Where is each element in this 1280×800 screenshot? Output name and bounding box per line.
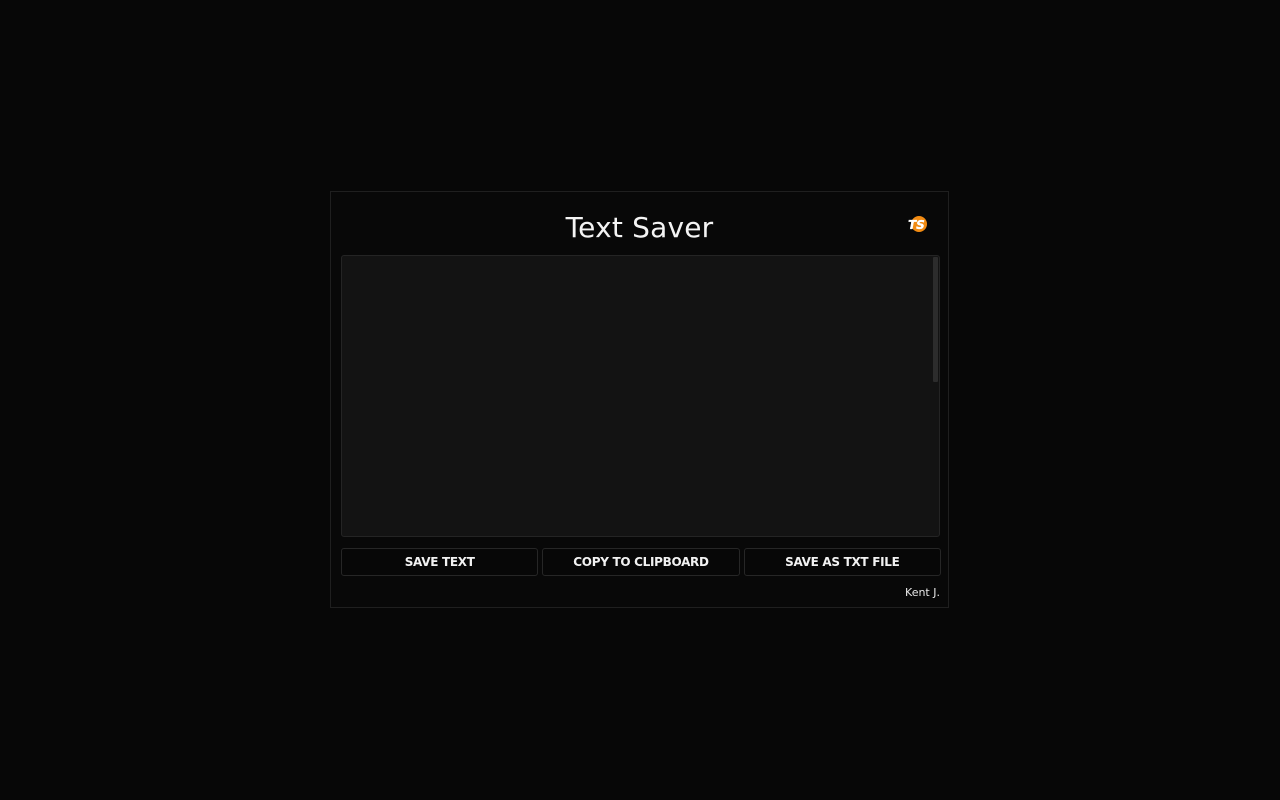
text-editor bbox=[341, 255, 940, 537]
save-as-txt-file-button[interactable]: SAVE AS TXT FILE bbox=[743, 548, 941, 576]
ts-logo-icon: TS bbox=[906, 214, 928, 234]
app-title: Text Saver bbox=[565, 211, 714, 244]
action-buttons: SAVE TEXT COPY TO CLIPBOARD SAVE AS TXT … bbox=[341, 548, 941, 576]
save-text-button[interactable]: SAVE TEXT bbox=[341, 548, 539, 576]
scrollbar-thumb[interactable] bbox=[933, 257, 938, 382]
author-credit: Kent J. bbox=[905, 586, 940, 599]
copy-to-clipboard-button[interactable]: COPY TO CLIPBOARD bbox=[542, 548, 740, 576]
text-input[interactable] bbox=[342, 256, 939, 536]
logo-text: TS bbox=[908, 218, 925, 232]
text-saver-panel: Text Saver TS SAVE TEXT COPY TO CLIPBOAR… bbox=[330, 191, 949, 608]
